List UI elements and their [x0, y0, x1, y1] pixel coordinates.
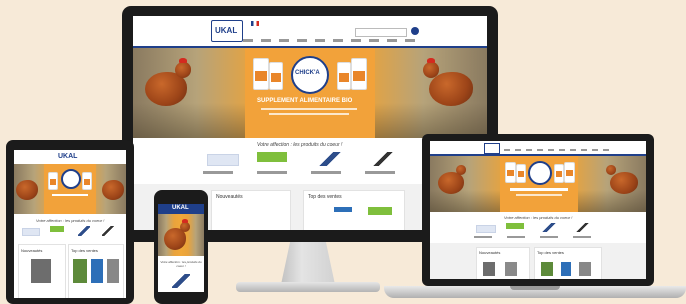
- laptop-logo[interactable]: [484, 143, 500, 154]
- monitor-base: [236, 282, 380, 292]
- phone-hen-head-icon: [180, 222, 190, 232]
- desktop-top-ventes-item-1[interactable]: [334, 207, 352, 212]
- desktop-search-input[interactable]: [355, 28, 407, 37]
- desktop-menu-links[interactable]: [243, 39, 423, 42]
- desktop-nouveautes-title: Nouveautés: [216, 194, 243, 200]
- tablet-logo-text: UKAL: [58, 153, 78, 160]
- laptop-top-ventes-item-2[interactable]: [561, 262, 571, 276]
- laptop-hen-left-icon: [438, 172, 464, 194]
- desktop-hero-title: SUPPLEMENT ALIMENTAIRE BIO: [257, 98, 353, 104]
- desktop-section-title: Votre affection : les produits du coeur …: [257, 142, 343, 148]
- laptop-product-captions: [474, 236, 598, 238]
- laptop-menu-links[interactable]: [504, 149, 614, 151]
- desktop-bottle-left-icon: [253, 58, 269, 90]
- tablet-section-title: Votre affection : les produits du coeur …: [36, 218, 105, 223]
- desktop-product-card-2[interactable]: [257, 152, 287, 162]
- desktop-flag-icon[interactable]: [251, 21, 259, 26]
- tablet-top-ventes-block: Top des ventes: [68, 244, 124, 298]
- desktop-hen-right-head-icon: [423, 62, 439, 78]
- laptop-section-title: Votre affection : les produits du coeur …: [504, 215, 573, 220]
- phone-header: UKAL: [158, 204, 204, 214]
- phone-section-title: Votre affection : les produits du coeur …: [160, 260, 202, 268]
- tablet-bottle-right-icon: [82, 172, 92, 190]
- tablet-product-3[interactable]: [78, 226, 90, 236]
- desktop-bottle-left2-icon: [269, 62, 283, 90]
- tablet-nouveautes-block: Nouveautés: [18, 244, 66, 298]
- laptop-bottle-left-icon: [505, 162, 516, 183]
- desktop-hero-subtitle-2: [269, 113, 349, 115]
- tablet-hen-left-icon: [16, 180, 38, 200]
- desktop-hen-right-comb-icon: [427, 58, 435, 63]
- desktop-logo[interactable]: UKAL: [211, 20, 243, 42]
- laptop-hero-subtitle: [516, 194, 562, 196]
- tablet-header: UKAL: [14, 150, 126, 165]
- desktop-cart-icon[interactable]: [411, 27, 419, 35]
- laptop-nouveautes-title: Nouveautés: [479, 250, 501, 255]
- laptop-header: [430, 141, 646, 155]
- phone-logo-text: UKAL: [172, 205, 189, 211]
- laptop-bottle-left2-icon: [516, 164, 526, 183]
- laptop-hero-title: [510, 188, 568, 191]
- laptop-hen-right-head-icon: [606, 165, 616, 175]
- desktop-product-card-1[interactable]: [207, 154, 239, 166]
- laptop-product-4[interactable]: [576, 223, 590, 232]
- laptop-hen-right-icon: [610, 172, 638, 194]
- laptop-bottle-right-icon: [554, 164, 564, 183]
- desktop-chicka-badge: CHICK'A: [291, 56, 329, 94]
- laptop-top-ventes-item-3[interactable]: [579, 262, 591, 276]
- desktop-nouveautes-block: Nouveautés: [211, 190, 291, 230]
- laptop-nouveautes-block: Nouveautés: [476, 247, 530, 279]
- desktop-hen-right-icon: [429, 72, 473, 106]
- tablet-nouveautes-item[interactable]: [31, 259, 51, 283]
- laptop-top-ventes-title: Top des ventes: [537, 250, 564, 255]
- desktop-bottle-right-icon: [337, 62, 351, 90]
- desktop-top-ventes-title: Top des ventes: [308, 194, 342, 200]
- laptop-product-1[interactable]: [476, 225, 496, 233]
- desktop-product-card-4[interactable]: [373, 152, 395, 166]
- tablet-screen: UKAL Votre affection : les produits du c…: [14, 150, 126, 298]
- tablet-top-ventes-item-1[interactable]: [73, 259, 87, 283]
- desktop-hen-left-comb-icon: [179, 58, 187, 63]
- tablet-bottle-left-icon: [48, 172, 58, 190]
- tablet-top-ventes-item-3[interactable]: [107, 259, 119, 283]
- laptop-chicka-badge: [528, 161, 552, 185]
- tablet-hen-right-icon: [102, 180, 124, 200]
- tablet-nouveautes-title: Nouveautés: [21, 248, 43, 253]
- desktop-hero-banner: CHICK'A SUPPLEMENT ALIMENTAIRE BIO: [133, 48, 487, 138]
- tablet-hero-title: [52, 194, 88, 196]
- tablet-chicka-badge: [61, 169, 81, 189]
- desktop-top-ventes-item-2[interactable]: [368, 207, 392, 215]
- tablet-top-ventes-title: Top des ventes: [71, 248, 98, 253]
- phone-hen-comb-icon: [182, 219, 188, 223]
- tablet-product-4[interactable]: [102, 226, 114, 236]
- tablet-top-ventes-item-2[interactable]: [91, 259, 103, 283]
- desktop-top-ventes-block: Top des ventes: [303, 190, 405, 230]
- desktop-hero-subtitle: [261, 108, 357, 110]
- phone-screen: UKAL Votre affection : les produits du c…: [158, 204, 204, 292]
- phone-hero-banner: [158, 214, 204, 256]
- laptop-top-ventes-item-1[interactable]: [541, 262, 553, 276]
- phone-product[interactable]: [172, 274, 190, 288]
- laptop-bottle-right2-icon: [564, 162, 575, 183]
- desktop-product-captions: [203, 171, 403, 174]
- tablet-product-2[interactable]: [50, 226, 64, 232]
- desktop-product-card-3[interactable]: [319, 152, 341, 166]
- laptop-hero-banner: [430, 156, 646, 212]
- laptop-nouveautes-item-2[interactable]: [505, 262, 517, 276]
- tablet-product-1[interactable]: [22, 228, 40, 236]
- desktop-bottle-right2-icon: [351, 58, 367, 90]
- desktop-badge-text: CHICK'A: [295, 70, 320, 76]
- desktop-logo-text: UKAL: [215, 26, 238, 35]
- laptop-top-ventes-block: Top des ventes: [534, 247, 602, 279]
- laptop-hen-left-head-icon: [456, 165, 466, 175]
- laptop-product-3[interactable]: [542, 223, 556, 232]
- laptop-hinge-notch: [510, 286, 560, 290]
- laptop-nouveautes-item-1[interactable]: [483, 262, 495, 276]
- tablet-hero-banner: [14, 164, 126, 214]
- laptop-screen: Votre affection : les produits du coeur …: [430, 141, 646, 279]
- desktop-hen-left-head-icon: [175, 62, 191, 78]
- laptop-product-2[interactable]: [506, 223, 524, 229]
- desktop-header: UKAL: [133, 16, 487, 47]
- monitor-neck: [281, 242, 335, 284]
